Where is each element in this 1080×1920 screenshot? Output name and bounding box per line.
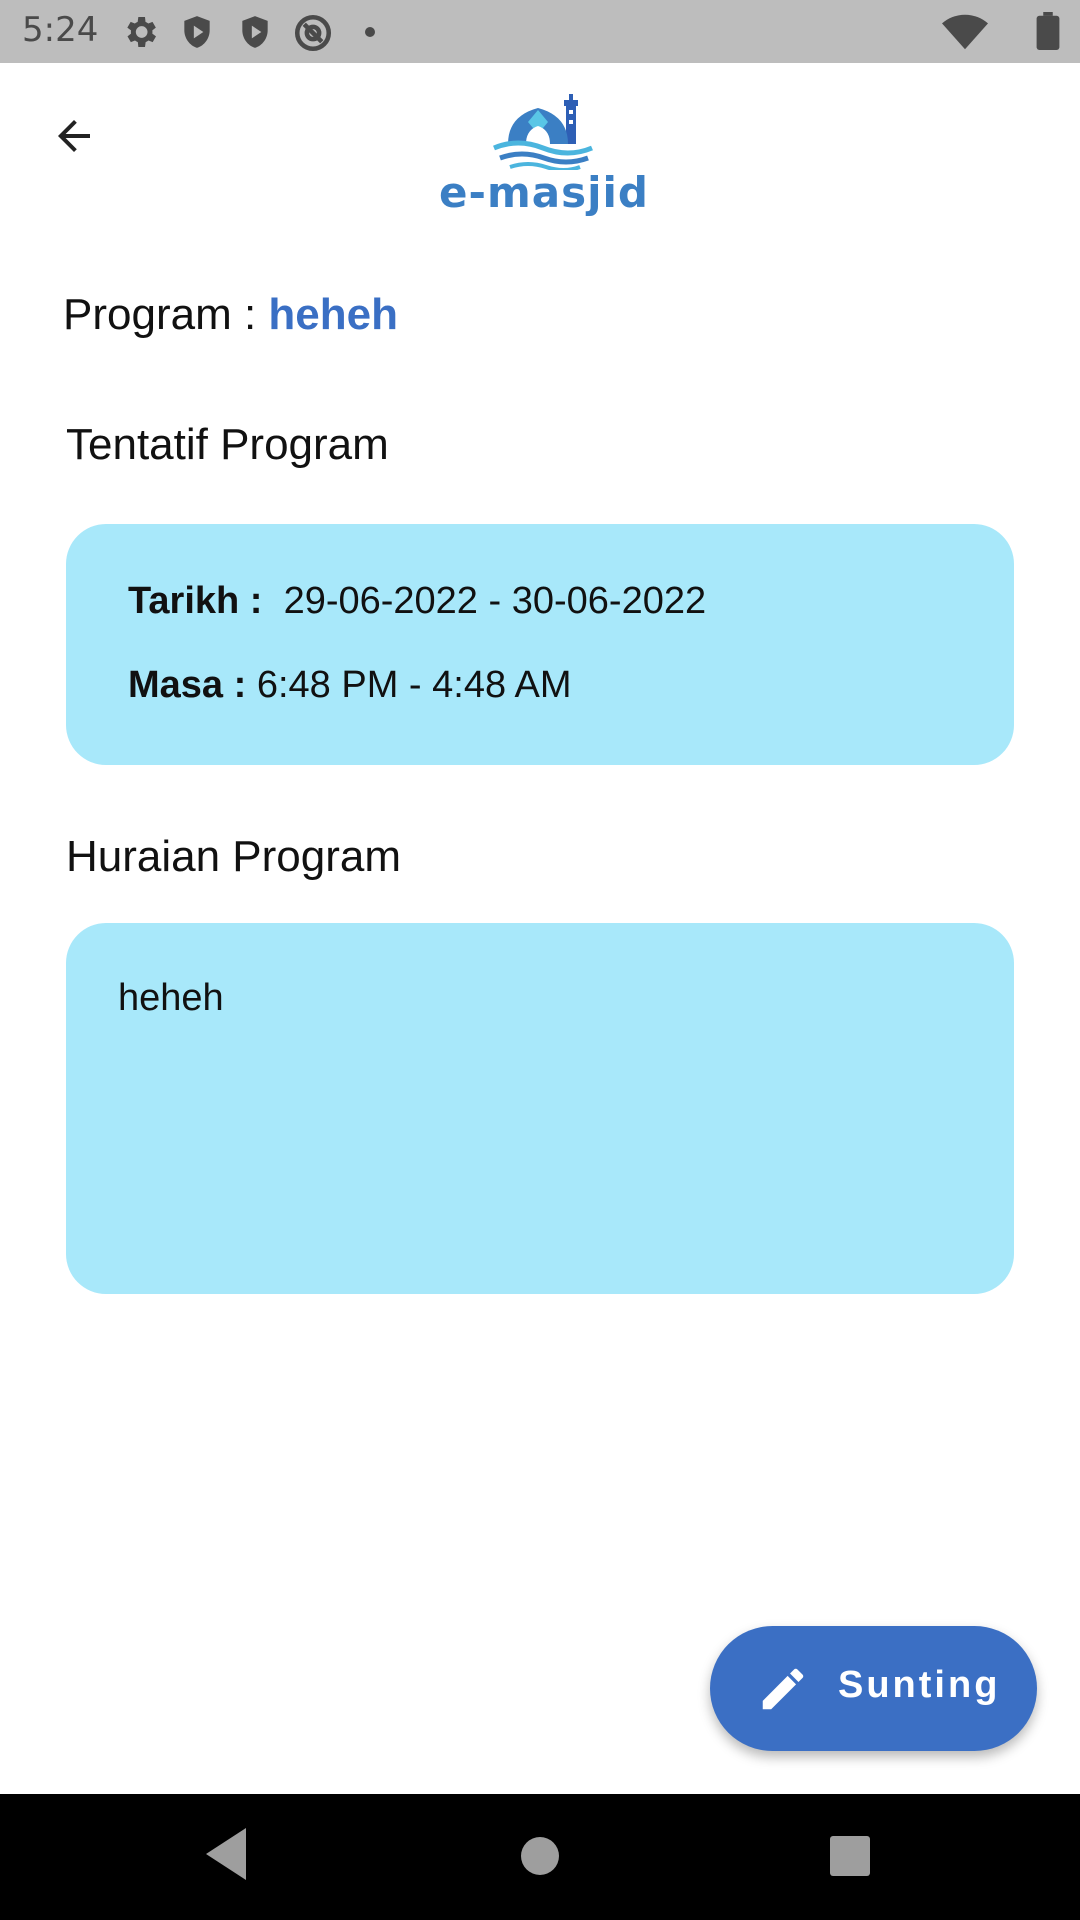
tentatif-section-title: Tentatif Program [66,420,389,469]
tentatif-card: Tarikh : 29-06-2022 - 30-06-2022 Masa : … [66,524,1014,765]
back-button[interactable] [34,100,114,172]
settings-icon [127,17,156,47]
program-detail-screen: 5:24 e-masjid Program: heheh Tentatif P… [0,0,1080,1920]
shield-play-icon [242,16,268,48]
navigation-bar [0,1794,1080,1920]
sunting-button[interactable]: Sunting [710,1626,1037,1751]
status-time: 5:24 [22,10,99,50]
date-row: Tarikh : 29-06-2022 - 30-06-2022 [128,580,706,623]
pencil-icon [762,1668,804,1710]
date-label: Tarikh : [128,580,273,622]
arrow-left-icon [58,120,90,152]
program-label: Program : [63,290,269,339]
time-start: 6:48 PM [256,664,399,706]
time-label: Masa : [128,664,257,706]
mosque-logo-icon [493,94,593,170]
back-triangle-icon[interactable] [202,1824,248,1884]
battery-icon [1036,12,1060,50]
huraian-text: heheh [118,977,224,1019]
sunting-label: Sunting [838,1664,1001,1706]
status-bar: 5:24 [0,0,1080,63]
logo-text: e-masjid [439,168,649,217]
at-sign-icon [294,14,332,52]
program-name: heheh [268,290,398,339]
e-masjid-logo: e-masjid [438,94,650,214]
home-circle-icon[interactable] [510,1826,570,1886]
program-title: Program : heheh [63,290,398,340]
wifi-icon [942,14,988,50]
time-row: Masa : 6:48 PM - 4:48 AM [128,664,572,707]
huraian-section-title: Huraian Program [66,832,402,881]
date-start: 29-06-2022 [283,580,478,622]
shield-play-icon [184,16,210,48]
dot-icon [365,27,375,37]
date-separator: - [477,580,512,622]
time-separator: - [398,664,433,706]
time-end: 4:48 AM [432,664,572,706]
date-end: 30-06-2022 [511,580,707,622]
huraian-card: heheh [66,923,1014,1294]
recents-square-icon[interactable] [826,1832,874,1880]
